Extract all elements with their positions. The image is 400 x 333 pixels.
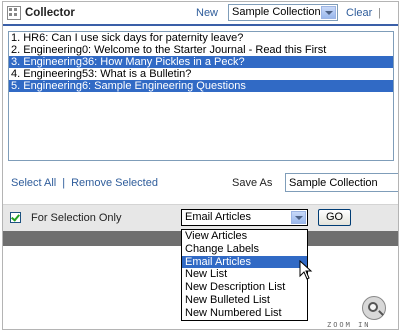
dropdown-option[interactable]: New Description List <box>182 281 307 294</box>
collector-window: Collector New Sample Collection Clear | … <box>2 1 399 330</box>
action-select-value: Email Articles <box>185 211 252 223</box>
header-separator: | <box>378 7 381 19</box>
list-item[interactable]: 1. HR6: Can I use sick days for paternit… <box>9 32 393 44</box>
collector-title: Collector <box>25 7 75 19</box>
collection-select-value: Sample Collection <box>232 6 321 18</box>
list-item[interactable]: 5. Engineering6: Sample Engineering Ques… <box>9 80 393 92</box>
dropdown-option[interactable]: Email Articles <box>182 255 307 269</box>
collection-select[interactable]: Sample Collection <box>228 4 338 21</box>
chevron-down-icon[interactable] <box>291 211 306 224</box>
go-button[interactable]: GO <box>318 209 351 226</box>
dropdown-option[interactable]: New Numbered List <box>182 307 307 320</box>
action-dropdown-list[interactable]: View Articles Change Labels Email Articl… <box>181 229 308 321</box>
mouse-pointer-icon <box>299 260 313 280</box>
dropdown-option[interactable]: View Articles <box>182 230 307 243</box>
save-as-input[interactable] <box>285 173 398 192</box>
collector-grid-icon <box>7 6 21 20</box>
list-item[interactable]: 4. Engineering53: What is a Bulletin? <box>9 68 393 80</box>
remove-selected-link[interactable]: Remove Selected <box>71 177 158 189</box>
clear-link[interactable]: Clear <box>346 7 372 19</box>
magnifier-icon[interactable] <box>362 296 386 320</box>
header-rule <box>3 24 398 26</box>
select-all-link[interactable]: Select All <box>11 177 56 189</box>
zoom-in-label: ZOOM IN <box>327 321 371 329</box>
chevron-down-icon[interactable] <box>321 6 336 19</box>
for-selection-only-label: For Selection Only <box>31 212 122 224</box>
list-item[interactable]: 2. Engineering0: Welcome to the Starter … <box>9 44 393 56</box>
dropdown-option[interactable]: New Bulleted List <box>182 294 307 307</box>
action-select[interactable]: Email Articles <box>181 209 308 226</box>
collection-listbox[interactable]: 1. HR6: Can I use sick days for paternit… <box>8 31 394 161</box>
actions-separator: | <box>62 177 66 189</box>
collector-header: Collector New Sample Collection Clear | <box>3 2 398 24</box>
save-as-label: Save As <box>232 177 273 189</box>
dropdown-option[interactable]: New List <box>182 268 307 281</box>
for-selection-only-checkbox[interactable] <box>10 212 21 223</box>
list-actions: Select All | Remove Selected <box>11 177 158 189</box>
new-link[interactable]: New <box>196 7 218 19</box>
dropdown-option[interactable]: Change Labels <box>182 243 307 256</box>
list-item[interactable]: 3. Engineering36: How Many Pickles in a … <box>9 56 393 68</box>
